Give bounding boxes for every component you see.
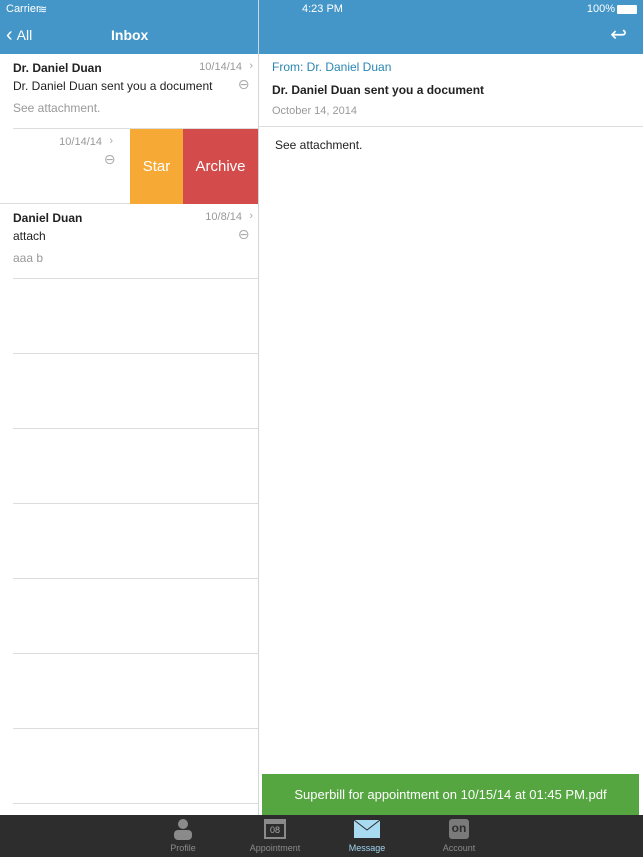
account-badge: on (449, 819, 469, 839)
battery-label: 100% (586, 3, 615, 15)
tab-label: Account (442, 843, 476, 853)
back-label: All (16, 27, 33, 43)
empty-row (13, 429, 258, 504)
chevron-right-icon: › (109, 135, 113, 147)
paperclip-icon: ⊘ (234, 224, 255, 244)
tab-bar: Profile 08 Appointment Message on Accoun… (0, 815, 643, 857)
date: 10/14/14 (59, 136, 102, 148)
empty-row (13, 579, 258, 654)
empty-row (13, 279, 258, 354)
subject: Dr. Daniel Duan sent you a document (13, 79, 213, 93)
detail-subject: Dr. Daniel Duan sent you a document (272, 83, 485, 97)
sender: Dr. Daniel Duan (13, 61, 102, 75)
from-label[interactable]: From: Dr. Daniel Duan (272, 60, 391, 74)
envelope-icon (327, 815, 407, 843)
calendar-icon: 08 (235, 815, 315, 843)
account-icon: on (419, 815, 499, 843)
empty-row (13, 354, 258, 429)
tab-account[interactable]: on Account (419, 815, 499, 853)
paperclip-icon: ⊘ (100, 149, 121, 169)
calendar-badge: 08 (264, 819, 286, 839)
empty-row (13, 654, 258, 729)
message-body: See attachment. (275, 138, 363, 152)
split-divider (258, 0, 259, 815)
tab-label: Appointment (249, 843, 301, 853)
clock: 4:23 PM (302, 3, 343, 15)
tab-label: Message (348, 843, 386, 853)
preview: aaa b (13, 251, 44, 265)
paperclip-icon: ⊘ (234, 74, 255, 94)
empty-row (13, 729, 258, 804)
star-button[interactable]: Star (130, 129, 183, 204)
archive-button[interactable]: Archive (183, 129, 258, 204)
sender: Daniel Duan (13, 211, 83, 225)
message-row-swiped[interactable]: 10/14/14 › ⊘ Star Archive (0, 129, 258, 204)
reply-icon[interactable]: ↩ (610, 22, 627, 47)
tab-profile[interactable]: Profile (143, 815, 223, 853)
header: Carrier ≋ 4:23 PM 100% ‹ All Inbox ↩ (0, 0, 643, 54)
attachment-button[interactable]: Superbill for appointment on 10/15/14 at… (262, 774, 639, 815)
separator (259, 126, 643, 127)
message-list: Dr. Daniel Duan 10/14/14 › Dr. Daniel Du… (0, 54, 258, 804)
carrier-label: Carrier (6, 3, 40, 15)
chevron-right-icon: › (249, 60, 253, 72)
message-row[interactable]: Daniel Duan 10/8/14 › attach ⊘ aaa b (13, 204, 258, 279)
tab-message[interactable]: Message (327, 815, 407, 853)
detail-date: October 14, 2014 (272, 105, 358, 117)
wifi-icon: ≋ (38, 4, 48, 16)
date: 10/8/14 (205, 211, 242, 223)
page-title: Inbox (111, 27, 149, 43)
back-button[interactable]: ‹ All (6, 23, 33, 46)
date: 10/14/14 (199, 61, 242, 73)
subject: attach (13, 229, 46, 243)
tab-appointment[interactable]: 08 Appointment (235, 815, 315, 853)
preview: See attachment. (13, 101, 101, 115)
tab-label: Profile (170, 843, 196, 853)
empty-row (13, 504, 258, 579)
person-icon (143, 815, 223, 843)
message-row[interactable]: Dr. Daniel Duan 10/14/14 › Dr. Daniel Du… (13, 54, 258, 129)
battery-icon (617, 5, 637, 14)
chevron-right-icon: › (249, 210, 253, 222)
chevron-left-icon: ‹ (6, 23, 13, 46)
